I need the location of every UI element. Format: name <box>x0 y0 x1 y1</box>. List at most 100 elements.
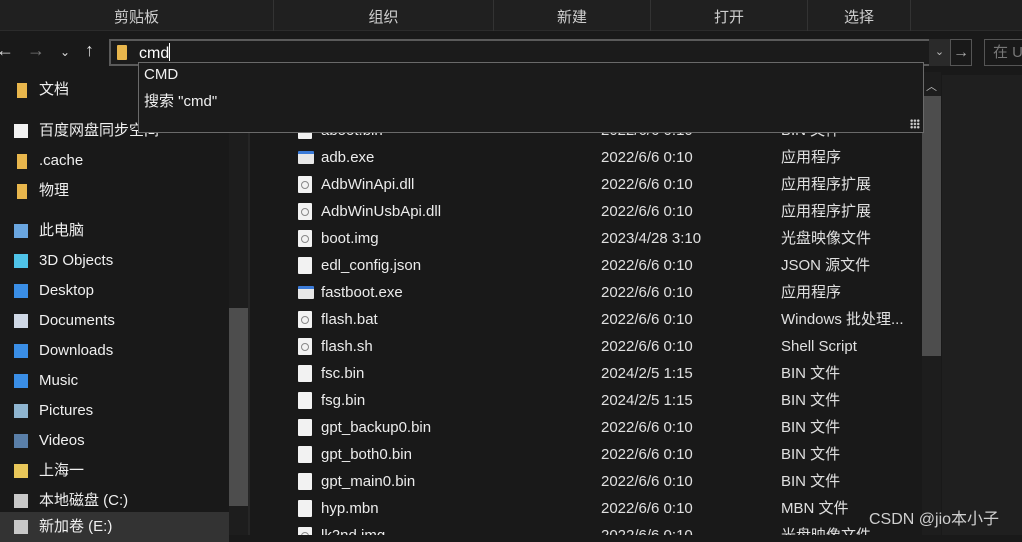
sidebar-item-label: 3D Objects <box>39 252 114 269</box>
file-row[interactable]: gpt_both0.bin 2022/6/6 0:10 BIN 文件 <box>250 441 922 468</box>
file-type: 应用程序 <box>781 149 842 166</box>
scroll-up-icon[interactable]: ︿ <box>922 78 941 95</box>
ribbon-group-select[interactable]: 选择 <box>808 0 911 31</box>
file-row[interactable]: AdbWinUsbApi.dll 2022/6/6 0:10 应用程序扩展 <box>250 198 922 225</box>
file-row[interactable]: adb.exe 2022/6/6 0:10 应用程序 <box>250 144 922 171</box>
file-name: AdbWinUsbApi.dll <box>321 203 442 220</box>
file-row[interactable]: lk2nd.img 2022/6/6 0:10 光盘映像文件 <box>250 522 922 535</box>
sidebar-item-label: Desktop <box>39 282 95 299</box>
file-type: BIN 文件 <box>781 473 841 490</box>
resize-grip-icon[interactable] <box>910 119 920 129</box>
sidebar-scrollbar-thumb[interactable] <box>229 308 248 506</box>
forward-button[interactable]: → <box>27 40 45 61</box>
computer-icon <box>14 224 28 238</box>
file-row[interactable]: hyp.mbn 2022/6/6 0:10 MBN 文件 <box>250 495 922 522</box>
bin-file-icon <box>298 392 312 409</box>
bin-file-icon <box>298 473 312 490</box>
file-type: MBN 文件 <box>781 500 849 517</box>
music-icon <box>14 374 28 388</box>
file-type: 应用程序 <box>781 284 842 301</box>
sidebar-item[interactable]: 上海一 <box>0 456 229 486</box>
file-name: AdbWinApi.dll <box>321 176 415 193</box>
desktop-icon <box>14 284 28 298</box>
file-row[interactable]: flash.sh 2022/6/6 0:10 Shell Script <box>250 333 922 360</box>
file-name: lk2nd.img <box>321 522 385 535</box>
file-date: 2022/6/6 0:10 <box>601 176 693 193</box>
sidebar-item-label: Downloads <box>39 342 114 359</box>
autocomplete-item[interactable]: CMD <box>144 66 178 83</box>
sidebar-item[interactable]: Documents <box>0 306 229 336</box>
sidebar-item[interactable]: 新加卷 (E:) <box>0 512 229 542</box>
file-type: Shell Script <box>781 338 857 355</box>
sidebar-item[interactable]: Desktop <box>0 276 229 306</box>
search-input[interactable]: 在 U <box>984 39 1022 66</box>
file-list-scrollbar-thumb[interactable] <box>922 96 941 356</box>
sidebar-item-label: Videos <box>39 432 85 449</box>
file-type: JSON 源文件 <box>781 257 871 274</box>
sidebar-item[interactable]: 物理 <box>0 176 229 206</box>
bin-file-icon <box>298 446 312 463</box>
file-row[interactable]: boot.img 2023/4/28 3:10 光盘映像文件 <box>250 225 922 252</box>
address-dropdown-button[interactable]: ⌄ <box>929 39 950 66</box>
file-name: flash.sh <box>321 338 373 355</box>
file-date: 2023/4/28 3:10 <box>601 230 702 247</box>
sidebar-item-label: Pictures <box>39 402 94 419</box>
img-file-icon <box>298 230 312 247</box>
bin-file-icon <box>298 500 312 517</box>
exe-file-icon <box>298 151 314 164</box>
sidebar-item[interactable]: Videos <box>0 426 229 456</box>
address-value: cmd <box>139 45 170 62</box>
file-date: 2024/2/5 1:15 <box>601 392 693 409</box>
bin-file-icon <box>298 365 312 382</box>
file-name: boot.img <box>321 230 379 247</box>
file-date: 2022/6/6 0:10 <box>601 149 693 166</box>
up-button[interactable]: ↑ <box>85 40 94 61</box>
file-name: adb.exe <box>321 149 375 166</box>
file-row[interactable]: fastboot.exe 2022/6/6 0:10 应用程序 <box>250 279 922 306</box>
file-row[interactable]: gpt_main0.bin 2022/6/6 0:10 BIN 文件 <box>250 468 922 495</box>
file-row[interactable]: flash.bat 2022/6/6 0:10 Windows 批处理... <box>250 306 922 333</box>
ribbon-group-clipboard[interactable]: 剪贴板 <box>0 0 274 31</box>
sidebar-item-label: .cache <box>39 152 84 169</box>
file-type: 光盘映像文件 <box>781 230 872 247</box>
file-row[interactable]: edl_config.json 2022/6/6 0:10 JSON 源文件 <box>250 252 922 279</box>
dll-file-icon <box>298 338 312 355</box>
file-date: 2022/6/6 0:10 <box>601 473 693 490</box>
drive-icon <box>14 494 28 508</box>
file-date: 2022/6/6 0:10 <box>601 446 693 463</box>
text-caret <box>169 43 171 61</box>
sidebar-item[interactable]: Downloads <box>0 336 229 366</box>
file-row[interactable]: fsg.bin 2024/2/5 1:15 BIN 文件 <box>250 387 922 414</box>
sidebar-item[interactable]: 此电脑 <box>0 216 229 246</box>
file-row[interactable]: AdbWinApi.dll 2022/6/6 0:10 应用程序扩展 <box>250 171 922 198</box>
sidebar-item-label: 文档 <box>39 81 70 98</box>
file-row[interactable]: fsc.bin 2024/2/5 1:15 BIN 文件 <box>250 360 922 387</box>
autocomplete-dropdown: CMD 搜索 "cmd" <box>138 62 924 133</box>
folder-icon <box>17 184 27 199</box>
ribbon-group-organize[interactable]: 组织 <box>274 0 494 31</box>
file-name: flash.bat <box>321 311 378 328</box>
ribbon-group-open[interactable]: 打开 <box>651 0 808 31</box>
back-button[interactable]: ← <box>0 40 14 61</box>
file-date: 2024/2/5 1:15 <box>601 365 693 382</box>
sidebar-item[interactable]: Pictures <box>0 396 229 426</box>
file-date: 2022/6/6 0:10 <box>601 284 693 301</box>
file-type: 光盘映像文件 <box>781 522 871 535</box>
file-type: BIN 文件 <box>781 446 841 463</box>
sidebar-item-label: Music <box>39 372 79 389</box>
file-name: hyp.mbn <box>321 500 379 517</box>
autocomplete-item[interactable]: 搜索 "cmd" <box>144 90 217 111</box>
preview-pane <box>942 75 1022 535</box>
bin-file-icon <box>298 419 312 436</box>
sidebar-item[interactable]: 3D Objects <box>0 246 229 276</box>
go-button[interactable]: → <box>950 39 972 66</box>
file-type: 应用程序扩展 <box>781 176 872 193</box>
sidebar-item[interactable]: .cache <box>0 146 229 176</box>
file-date: 2022/6/6 0:10 <box>601 500 693 517</box>
address-input[interactable]: cmd <box>139 43 171 63</box>
ribbon-group-new[interactable]: 新建 <box>494 0 651 31</box>
file-row[interactable]: gpt_backup0.bin 2022/6/6 0:10 BIN 文件 <box>250 414 922 441</box>
sidebar-item[interactable]: Music <box>0 366 229 396</box>
recent-locations-button[interactable]: ⌄ <box>60 45 70 59</box>
file-type: 应用程序扩展 <box>781 203 872 220</box>
